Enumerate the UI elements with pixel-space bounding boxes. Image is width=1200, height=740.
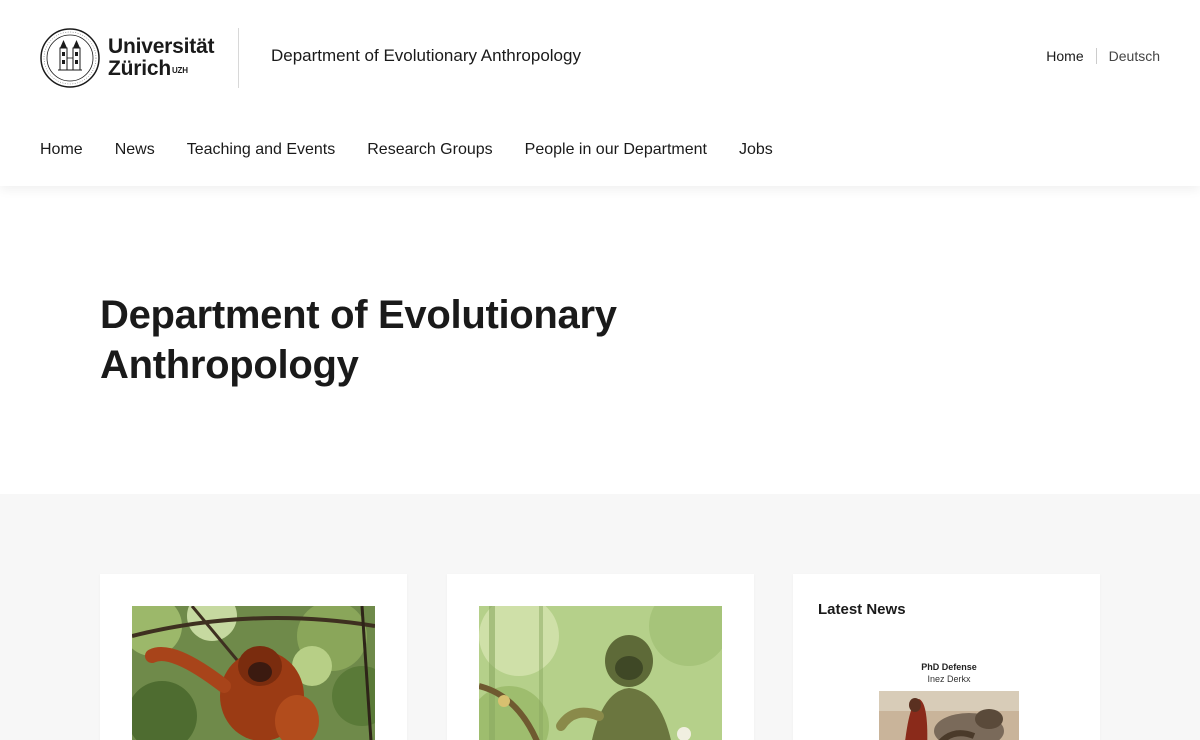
news-thumbnail-photo[interactable] <box>879 691 1019 740</box>
department-title-link[interactable]: Department of Evolutionary Anthropology <box>271 46 581 66</box>
news-item[interactable]: PhD Defense Inez Derkx <box>879 662 1019 740</box>
latest-news-heading: Latest News <box>818 601 906 618</box>
header-divider <box>238 28 239 88</box>
teaser-card[interactable] <box>447 574 754 740</box>
uzh-seal-icon <box>40 28 100 88</box>
language-switch-link[interactable]: Deutsch <box>1109 48 1160 64</box>
uzh-logo[interactable]: Universität ZürichUZH <box>40 28 215 88</box>
meta-nav: Home Deutsch <box>1046 48 1160 64</box>
orangutan-photo[interactable] <box>132 606 375 740</box>
logo-superscript: UZH <box>171 66 188 75</box>
nav-item-people[interactable]: People in our Department <box>525 141 707 159</box>
news-item-subtitle: Inez Derkx <box>927 674 971 684</box>
logo-line-1: Universität <box>108 35 215 58</box>
nav-item-teaching-and-events[interactable]: Teaching and Events <box>187 141 336 159</box>
site-header: Universität ZürichUZH Department of Evol… <box>0 0 1200 186</box>
page-title: Department of Evolutionary Anthropology <box>100 290 700 390</box>
latest-news-card: Latest News PhD Defense Inez Derkx <box>793 574 1100 740</box>
page-title-line-2: Anthropology <box>100 343 359 387</box>
page-title-line-1: Department of Evolutionary <box>100 293 617 337</box>
meta-nav-separator <box>1095 48 1097 64</box>
main-navigation: Home News Teaching and Events Research G… <box>40 141 805 159</box>
nav-item-research-groups[interactable]: Research Groups <box>367 141 492 159</box>
nav-item-news[interactable]: News <box>115 141 155 159</box>
logo-wordmark: Universität ZürichUZH <box>108 35 215 80</box>
teaser-card[interactable] <box>100 574 407 740</box>
logo-line-2: Zürich <box>108 57 171 80</box>
hominin-illustration[interactable] <box>479 606 722 740</box>
meta-nav-home-link[interactable]: Home <box>1046 48 1083 64</box>
nav-item-home[interactable]: Home <box>40 141 83 159</box>
nav-item-jobs[interactable]: Jobs <box>739 141 773 159</box>
news-item-title: PhD Defense <box>921 662 977 672</box>
